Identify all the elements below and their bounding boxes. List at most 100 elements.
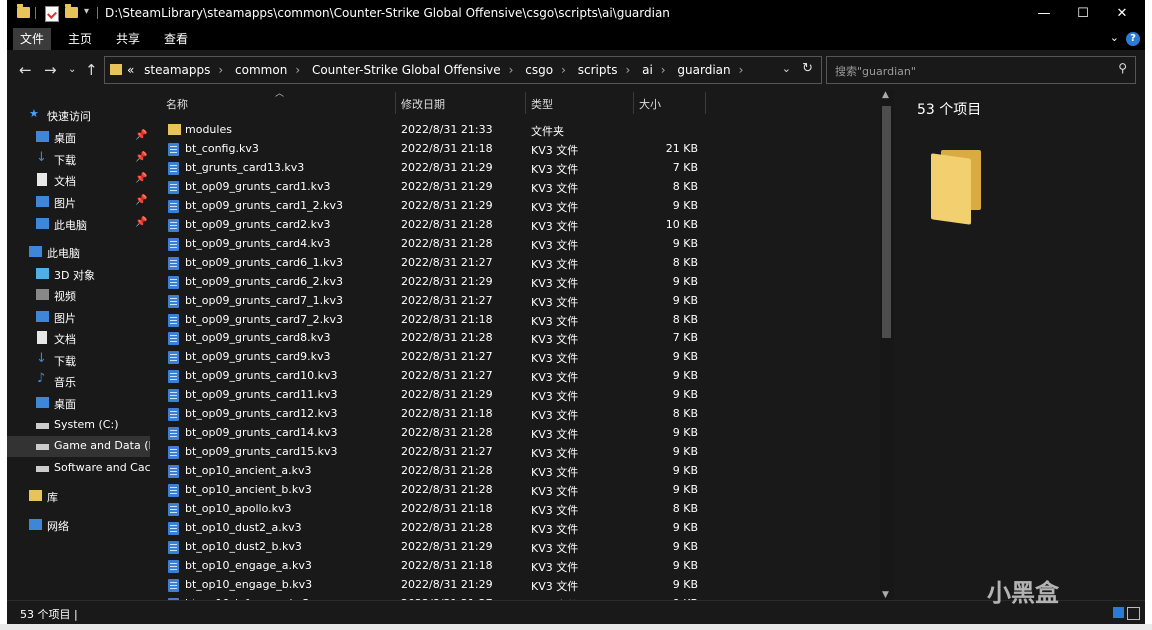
column-size[interactable]: 大小: [639, 96, 661, 112]
file-name: bt_op10_ancient_b.kv3: [185, 483, 312, 497]
nav-desktop[interactable]: 桌面 📌: [7, 127, 150, 148]
table-row[interactable]: bt_grunts_card13.kv3 2022/8/31 21:29 KV3 文…: [150, 159, 710, 178]
pin-icon[interactable]: 📌: [135, 217, 147, 228]
column-name[interactable]: 名称: [166, 96, 188, 112]
table-row[interactable]: bt_op09_grunts_card1.kv3 2022/8/31 21:29 K…: [150, 178, 710, 197]
table-row[interactable]: bt_op09_grunts_card8.kv3 2022/8/31 21:28 K…: [150, 329, 710, 348]
chevron-right-icon[interactable]: ›: [509, 63, 514, 77]
nav-quick-access[interactable]: ★ 快速访问: [7, 105, 150, 126]
divider[interactable]: [525, 92, 526, 114]
status-text: 53 个项目 |: [20, 608, 78, 621]
search-icon[interactable]: ⚲: [1118, 61, 1127, 75]
table-row[interactable]: bt_op09_grunts_card4.kv3 2022/8/31 21:28 K…: [150, 235, 710, 254]
table-row[interactable]: bt_op09_grunts_card12.kv3 2022/8/31 21:18…: [150, 405, 710, 424]
forward-icon[interactable]: →: [44, 61, 57, 79]
details-view-icon[interactable]: [1113, 607, 1124, 618]
breadcrumb-item[interactable]: scripts: [578, 63, 618, 77]
breadcrumb-item[interactable]: csgo: [525, 63, 553, 77]
scroll-thumb[interactable]: [882, 106, 891, 338]
nav-downloads-pc[interactable]: ↓ 下载: [7, 350, 150, 371]
nav-documents[interactable]: 文档 📌: [7, 170, 150, 191]
table-row[interactable]: bt_op09_grunts_card11.kv3 2022/8/31 21:29…: [150, 386, 710, 405]
help-icon[interactable]: ?: [1126, 32, 1140, 46]
properties-icon[interactable]: [45, 6, 59, 22]
table-row[interactable]: bt_op10_ancient_b.kv3 2022/8/31 21:28 KV3 …: [150, 481, 710, 500]
vertical-scrollbar[interactable]: ▲ ▼: [880, 90, 894, 600]
table-row[interactable]: bt_op09_grunts_card1_2.kv3 2022/8/31 21:2…: [150, 197, 710, 216]
column-date[interactable]: 修改日期: [401, 96, 445, 112]
pin-icon[interactable]: 📌: [135, 152, 147, 163]
scroll-up-icon[interactable]: ▲: [882, 90, 889, 100]
table-row[interactable]: bt_op09_grunts_card9.kv3 2022/8/31 21:27 K…: [150, 348, 710, 367]
chevron-right-icon[interactable]: ›: [739, 63, 744, 77]
quick-access-dropdown-icon[interactable]: ▾: [84, 6, 89, 17]
divider[interactable]: [395, 92, 396, 114]
refresh-icon[interactable]: ↻: [802, 61, 813, 76]
ribbon-expand-icon[interactable]: ⌄: [1110, 31, 1119, 44]
chevron-right-icon[interactable]: ›: [661, 63, 666, 77]
breadcrumb-item[interactable]: steamapps: [144, 63, 210, 77]
address-dropdown-icon[interactable]: ⌄: [782, 62, 791, 75]
back-icon[interactable]: ←: [19, 61, 32, 79]
table-row[interactable]: modules 2022/8/31 21:33 文件夹: [150, 121, 710, 140]
table-row[interactable]: bt_op09_grunts_card6_1.kv3 2022/8/31 21:2…: [150, 254, 710, 273]
close-button[interactable]: ✕: [1099, 0, 1145, 28]
table-row[interactable]: bt_op09_grunts_card15.kv3 2022/8/31 21:27…: [150, 443, 710, 462]
nav-this-pc[interactable]: 此电脑: [7, 242, 150, 263]
table-row[interactable]: bt_op09_grunts_card7_1.kv3 2022/8/31 21:2…: [150, 292, 710, 311]
nav-3d-objects[interactable]: 3D 对象: [7, 264, 150, 285]
nav-documents-pc[interactable]: 文档: [7, 328, 150, 349]
chevron-right-icon[interactable]: ›: [625, 63, 630, 77]
nav-pictures[interactable]: 图片 📌: [7, 192, 150, 213]
column-type[interactable]: 类型: [531, 96, 553, 112]
table-row[interactable]: bt_op10_apollo.kv3 2022/8/31 21:18 KV3 文件 8…: [150, 500, 710, 519]
pin-icon[interactable]: 📌: [135, 130, 147, 141]
nav-drive-c[interactable]: System (C:): [7, 415, 150, 436]
chevron-right-icon[interactable]: ›: [295, 63, 300, 77]
tab-share[interactable]: 共享: [111, 28, 145, 50]
file-icon: [168, 484, 179, 498]
chevron-right-icon[interactable]: ›: [561, 63, 566, 77]
table-row[interactable]: bt_op10_dust2_b.kv3 2022/8/31 21:29 KV3 文件…: [150, 538, 710, 557]
nav-videos[interactable]: 视频: [7, 285, 150, 306]
table-row[interactable]: bt_op09_grunts_card14.kv3 2022/8/31 21:28…: [150, 424, 710, 443]
breadcrumb-item[interactable]: ai: [642, 63, 653, 77]
recent-locations-icon[interactable]: ⌄: [68, 64, 76, 75]
nav-downloads[interactable]: ↓ 下载 📌: [7, 149, 150, 170]
chevron-right-icon[interactable]: ›: [218, 63, 223, 77]
pin-icon[interactable]: 📌: [135, 173, 147, 184]
table-row[interactable]: bt_op10_ancient_a.kv3 2022/8/31 21:28 KV3 …: [150, 462, 710, 481]
breadcrumb-item[interactable]: common: [235, 63, 287, 77]
nav-this-pc-quick[interactable]: 此电脑 📌: [7, 214, 150, 235]
divider[interactable]: [705, 92, 706, 114]
breadcrumb-item[interactable]: guardian: [677, 63, 730, 77]
address-bar[interactable]: « steamapps › common › Counter-Strike Glob…: [104, 56, 822, 84]
search-input[interactable]: 搜索"guardian" ⚲: [826, 56, 1136, 84]
nav-network[interactable]: 网络: [7, 515, 150, 536]
table-row[interactable]: bt_op09_grunts_card7_2.kv3 2022/8/31 21:1…: [150, 311, 710, 330]
nav-drive-e[interactable]: Software and Cac: [7, 458, 150, 479]
nav-library[interactable]: 库: [7, 486, 150, 507]
pin-icon[interactable]: 📌: [135, 195, 147, 206]
breadcrumb-item[interactable]: Counter-Strike Global Offensive: [312, 63, 501, 77]
nav-pictures-pc[interactable]: 图片: [7, 307, 150, 328]
nav-music[interactable]: ♪ 音乐: [7, 371, 150, 392]
nav-drive-d[interactable]: Game and Data (D: [7, 436, 150, 457]
large-icons-view-icon[interactable]: [1127, 607, 1140, 620]
up-icon[interactable]: ↑: [85, 61, 98, 79]
table-row[interactable]: bt_op10_engage_a.kv3 2022/8/31 21:18 KV3 文…: [150, 557, 710, 576]
table-row[interactable]: bt_op10_engage_b.kv3 2022/8/31 21:29 KV3 文…: [150, 576, 710, 595]
table-row[interactable]: bt_op10_dust2_a.kv3 2022/8/31 21:28 KV3 文件…: [150, 519, 710, 538]
nav-desktop-pc[interactable]: 桌面: [7, 393, 150, 414]
divider[interactable]: [633, 92, 634, 114]
table-row[interactable]: bt_op09_grunts_card2.kv3 2022/8/31 21:28 K…: [150, 216, 710, 235]
breadcrumb-overflow[interactable]: «: [127, 63, 134, 77]
table-row[interactable]: bt_config.kv3 2022/8/31 21:18 KV3 文件 21 KB: [150, 140, 710, 159]
tab-home[interactable]: 主页: [63, 28, 97, 50]
table-row[interactable]: bt_op09_grunts_card10.kv3 2022/8/31 21:27…: [150, 367, 710, 386]
table-row[interactable]: bt_op09_grunts_card6_2.kv3 2022/8/31 21:2…: [150, 273, 710, 292]
new-folder-icon[interactable]: [65, 4, 78, 21]
scroll-down-icon[interactable]: ▼: [882, 590, 889, 600]
tab-file[interactable]: 文件: [13, 28, 51, 50]
tab-view[interactable]: 查看: [159, 28, 193, 50]
